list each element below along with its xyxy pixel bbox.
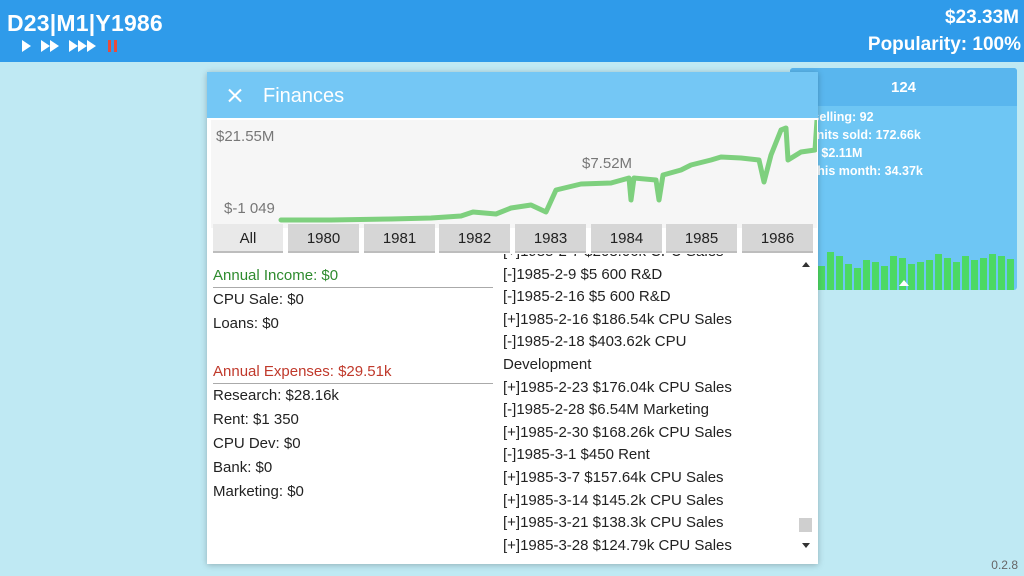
sales-bar [863, 260, 870, 290]
play-icon[interactable] [22, 40, 31, 52]
game-date: D23|M1|Y1986 [7, 10, 163, 36]
finance-chart: $21.55M $-1 049 $7.52M [211, 120, 817, 228]
chart-min-label: $-1 049 [224, 200, 275, 217]
product-stats: s selling: 92 l units sold: 172.66k fit:… [802, 108, 923, 180]
collapse-arrow-icon[interactable] [899, 280, 909, 286]
sales-bar [845, 264, 852, 290]
tab-1983[interactable]: 1983 [515, 224, 586, 253]
sales-bar [908, 264, 915, 290]
speed-controls [22, 40, 117, 52]
tab-1985[interactable]: 1985 [666, 224, 737, 253]
list-item: [+]1985-3-7 $157.64k CPU Sales [503, 468, 724, 486]
list-item: [-]1985-2-18 $403.62k CPU [503, 333, 687, 351]
sales-bar [926, 260, 933, 290]
list-item: [-]1985-2-9 $5 600 R&D [503, 265, 663, 283]
list-item: [-]1985-3-1 $450 Rent [503, 446, 650, 464]
tab-1984[interactable]: 1984 [591, 224, 662, 253]
tab-1981[interactable]: 1981 [364, 224, 435, 253]
sales-bar [1007, 259, 1014, 290]
tab-1982[interactable]: 1982 [439, 224, 510, 253]
product-panel-title: 124 [790, 68, 1017, 106]
finance-line-path [278, 120, 817, 223]
scroll-down-icon[interactable] [802, 543, 810, 548]
annual-income-title: Annual Income: $0 [213, 264, 493, 288]
tab-all[interactable]: All [213, 224, 283, 253]
product-stat-selling: s selling: 92 [802, 110, 874, 124]
tab-1980[interactable]: 1980 [288, 224, 359, 253]
transaction-scrollbar[interactable] [799, 258, 813, 558]
sales-bar [953, 262, 960, 290]
list-item: [+]1985-2-16 $186.54k CPU Sales [503, 310, 732, 328]
version-label: 0.2.8 [991, 558, 1018, 572]
annual-summary: Annual Income: $0 CPU Sale: $0 Loans: $0… [213, 264, 503, 504]
sales-bar [827, 252, 834, 290]
expense-cpu-dev: CPU Dev: $0 [213, 435, 301, 452]
sales-bar [836, 256, 843, 290]
sales-bar-chart [818, 252, 1014, 290]
finance-line [278, 120, 817, 223]
list-item: [-]1985-2-16 $5 600 R&D [503, 288, 671, 306]
sales-bar [854, 268, 861, 290]
sales-bar [998, 256, 1005, 290]
tab-1986[interactable]: 1986 [742, 224, 813, 253]
expense-research: Research: $28.16k [213, 387, 339, 404]
chart-mid-label: $7.52M [582, 155, 633, 172]
product-panel[interactable]: 124 s selling: 92 l units sold: 172.66k … [790, 68, 1017, 290]
finances-title: Finances [263, 85, 345, 107]
year-tabs: All 1980 1981 1982 1983 1984 1985 1986 [211, 224, 817, 254]
product-stat-units-sold: l units sold: 172.66k [802, 128, 921, 142]
finances-window: Finances $21.55M $-1 049 $7.52M All 1980… [207, 72, 818, 564]
sales-bar [962, 256, 969, 290]
list-item: [+]1985-3-14 $145.2k CPU Sales [503, 491, 724, 509]
fast-forward-icon[interactable] [41, 40, 59, 52]
list-item: Development [503, 355, 592, 373]
income-loans: Loans: $0 [213, 315, 279, 332]
list-item: [+]1985-2-30 $168.26k CPU Sales [503, 423, 732, 441]
sales-bar [980, 258, 987, 290]
annual-expenses-title: Annual Expenses: $29.51k [213, 360, 493, 384]
sales-bar [818, 266, 825, 290]
popularity-display: Popularity: 100% [867, 34, 1021, 55]
list-item: [+]1985-2-7 $208.06k CPU Sales [503, 254, 815, 264]
product-stat-this-month: d this month: 34.37k [802, 164, 923, 178]
scroll-thumb[interactable] [799, 518, 812, 532]
sales-bar [971, 260, 978, 290]
sales-bar [872, 262, 879, 290]
close-icon[interactable] [225, 81, 245, 109]
transaction-list[interactable]: [+]1985-2-7 $208.06k CPU Sales [-]1985-2… [503, 254, 815, 560]
product-sales-bars [818, 248, 1017, 290]
finances-header: Finances [207, 72, 818, 118]
sales-bar [917, 262, 924, 290]
sales-bar [935, 254, 942, 290]
list-item: [-]1985-2-28 $6.54M Marketing [503, 401, 709, 419]
sales-bar [944, 258, 951, 290]
scroll-up-icon[interactable] [802, 262, 810, 267]
expense-rent: Rent: $1 350 [213, 411, 299, 428]
list-item: [+]1985-3-28 $124.79k CPU Sales [503, 536, 732, 554]
list-item: [+]1985-3-21 $138.3k CPU Sales [503, 514, 724, 532]
sales-bar [989, 254, 996, 290]
expense-marketing: Marketing: $0 [213, 483, 304, 500]
fastest-forward-icon[interactable] [69, 40, 96, 52]
sales-bar [881, 266, 888, 290]
list-item: [+]1985-2-23 $176.04k CPU Sales [503, 378, 732, 396]
income-cpu-sale: CPU Sale: $0 [213, 291, 304, 308]
money-display: $23.33M [945, 7, 1019, 28]
expense-bank: Bank: $0 [213, 459, 273, 476]
pause-icon[interactable] [106, 40, 117, 52]
top-bar: D23|M1|Y1986 $23.33M Popularity: 100% [0, 0, 1024, 62]
chart-max-label: $21.55M [216, 128, 275, 145]
product-stat-profit: fit: $2.11M [802, 146, 863, 160]
sales-bar [890, 256, 897, 290]
